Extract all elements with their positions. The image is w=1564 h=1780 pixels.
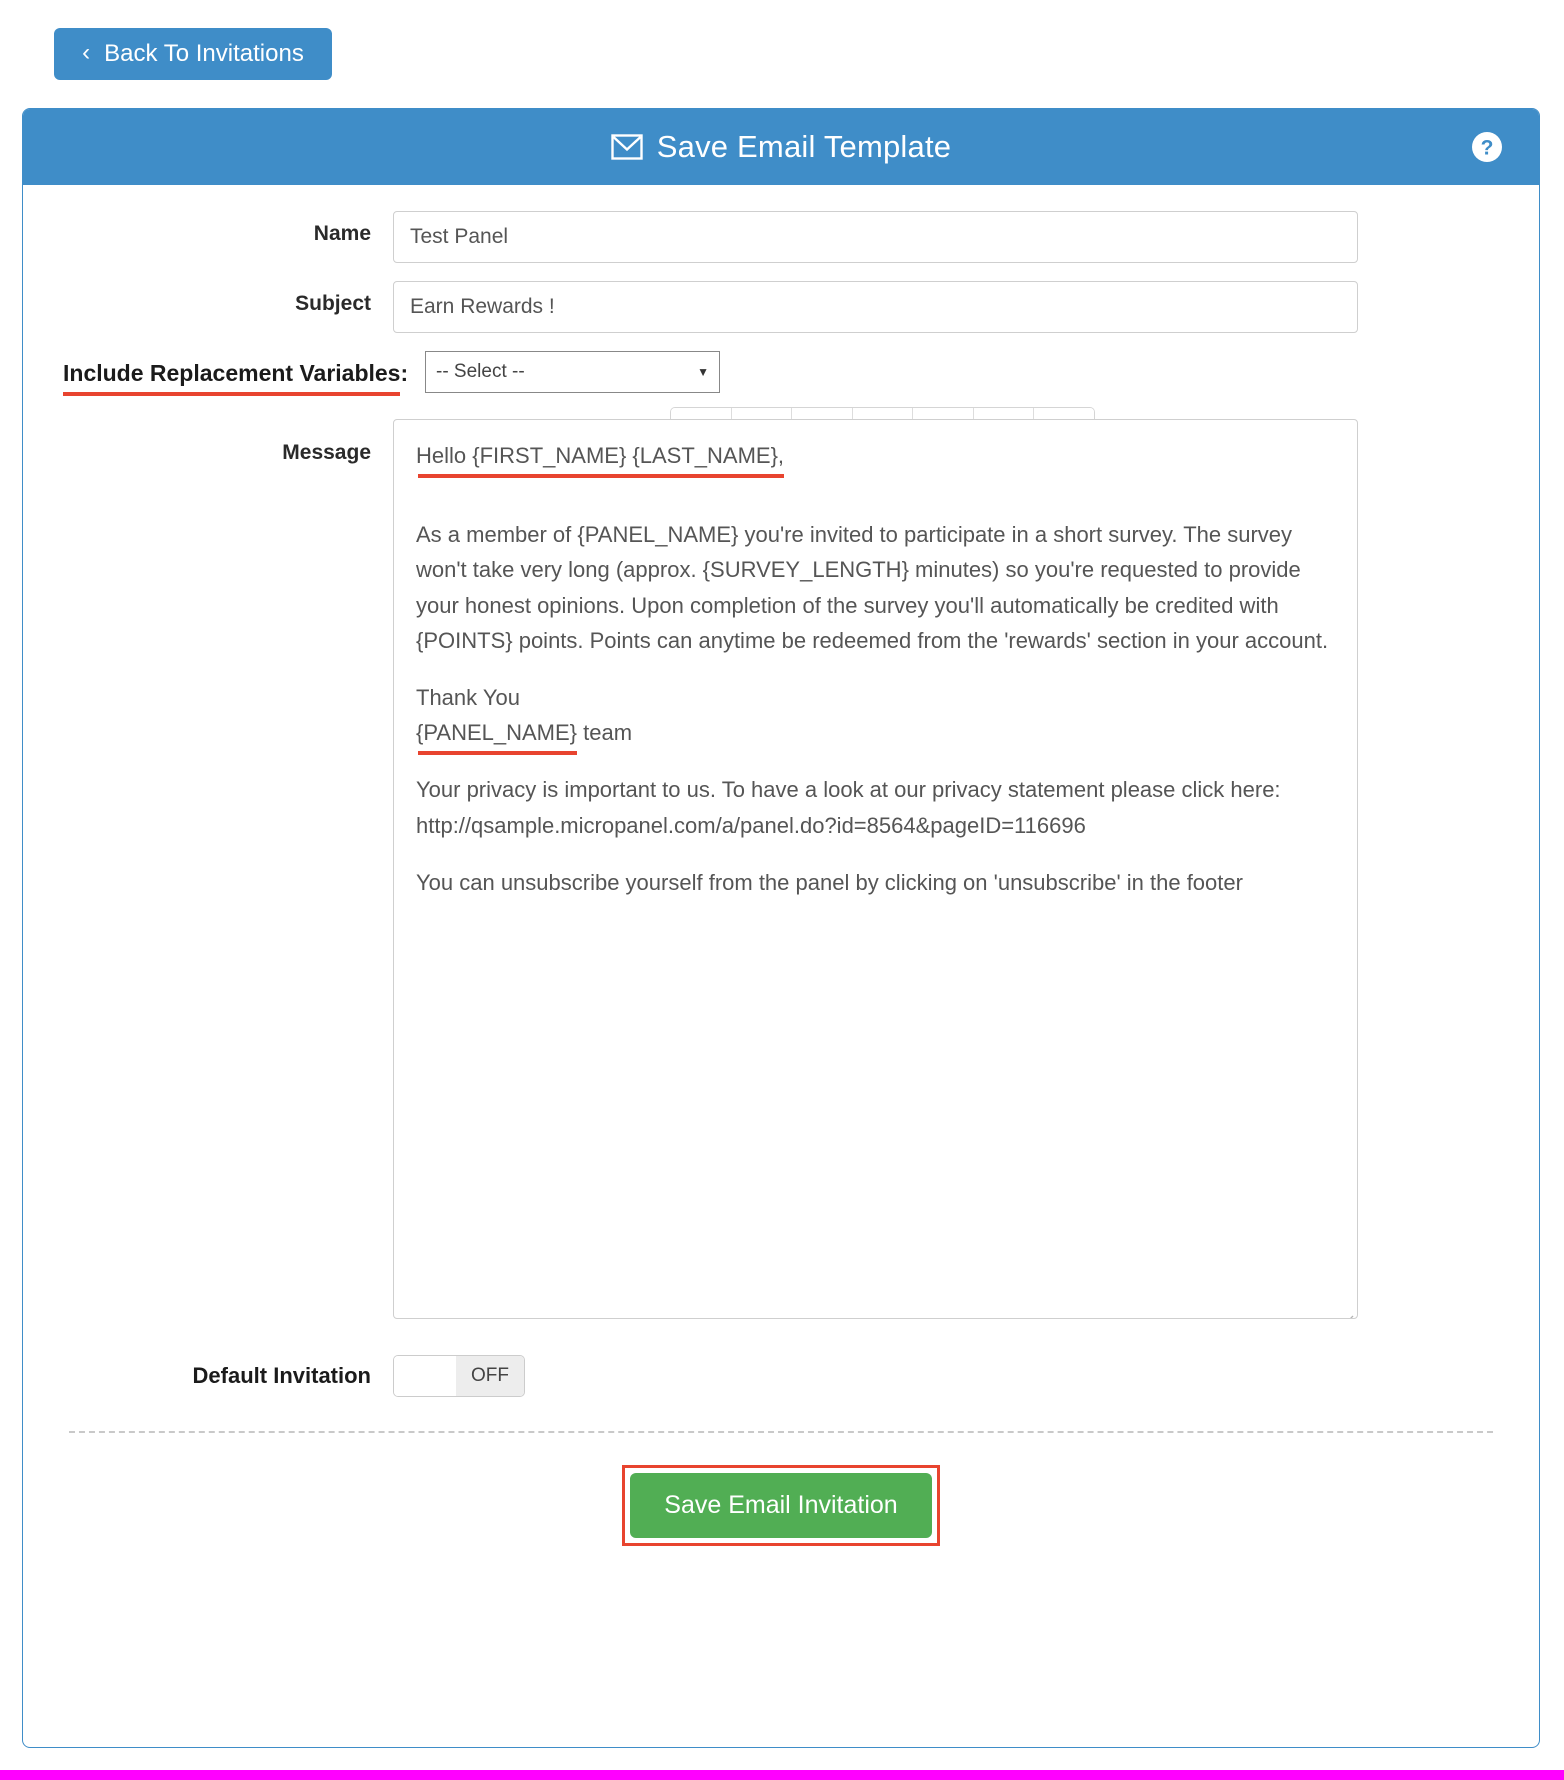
svg-text:?: ? xyxy=(1481,137,1494,160)
name-row: Name xyxy=(63,211,1499,263)
page-title-text: Save Email Template xyxy=(656,129,952,164)
message-signature-rest: team xyxy=(577,720,633,746)
save-button-highlight: Save Email Invitation xyxy=(622,1465,940,1546)
replacement-variables-label: Include Replacement Variables: xyxy=(63,360,409,396)
panel-header: Save Email Template ? xyxy=(23,109,1539,185)
message-row: Message Hello {FIRST_NAME} {LAST_NAME}, … xyxy=(63,419,1499,1319)
save-email-invitation-button[interactable]: Save Email Invitation xyxy=(630,1473,932,1538)
textarea-resize-handle[interactable] xyxy=(1340,1301,1354,1318)
back-to-invitations-button[interactable]: ‹ Back To Invitations xyxy=(54,28,332,80)
panel-body: Name Subject Include Replacement Variabl… xyxy=(23,185,1539,1546)
message-editor[interactable]: Hello {FIRST_NAME} {LAST_NAME}, As a mem… xyxy=(393,419,1358,1319)
toggle-knob xyxy=(394,1356,456,1396)
toggle-state-label: OFF xyxy=(456,1356,524,1396)
default-invitation-toggle[interactable]: OFF xyxy=(393,1355,525,1397)
save-email-template-panel: Save Email Template ? Name Subject Inclu… xyxy=(22,108,1540,1748)
page-title: Save Email Template xyxy=(611,129,951,165)
message-greeting: Hello {FIRST_NAME} {LAST_NAME}, xyxy=(416,438,1335,479)
name-input[interactable] xyxy=(393,211,1358,263)
message-signature: {PANEL_NAME} team xyxy=(416,715,1335,756)
subject-input[interactable] xyxy=(393,281,1358,333)
message-label: Message xyxy=(282,441,371,464)
subject-label: Subject xyxy=(295,292,371,315)
message-greeting-text: Hello {FIRST_NAME} {LAST_NAME}, xyxy=(416,438,785,479)
default-invitation-label: Default Invitation xyxy=(192,1363,371,1388)
message-signature-variable: {PANEL_NAME} xyxy=(416,715,578,756)
message-paragraph-1: As a member of {PANEL_NAME} you're invit… xyxy=(416,522,1329,653)
message-thanks: Thank You xyxy=(416,684,520,710)
bottom-accent-strip xyxy=(0,1770,1564,1780)
question-circle-icon[interactable]: ? xyxy=(1471,131,1503,163)
replacement-variables-row: Include Replacement Variables: -- Select… xyxy=(63,351,1499,396)
chevron-left-icon: ‹ xyxy=(82,39,91,66)
name-label: Name xyxy=(313,222,371,245)
envelope-icon xyxy=(611,134,643,160)
replacement-variables-select[interactable]: -- Select -- ▼ xyxy=(425,351,720,393)
subject-row: Subject xyxy=(63,281,1499,333)
replacement-variables-selected-value: -- Select -- xyxy=(436,361,525,382)
panel-footer: Save Email Invitation xyxy=(63,1433,1499,1546)
chevron-down-icon: ▼ xyxy=(697,365,709,379)
message-unsubscribe: You can unsubscribe yourself from the pa… xyxy=(416,869,1243,895)
message-privacy: Your privacy is important to us. To have… xyxy=(416,777,1281,838)
default-invitation-row: Default Invitation OFF xyxy=(63,1355,1499,1397)
back-to-invitations-label: Back To Invitations xyxy=(104,40,304,67)
